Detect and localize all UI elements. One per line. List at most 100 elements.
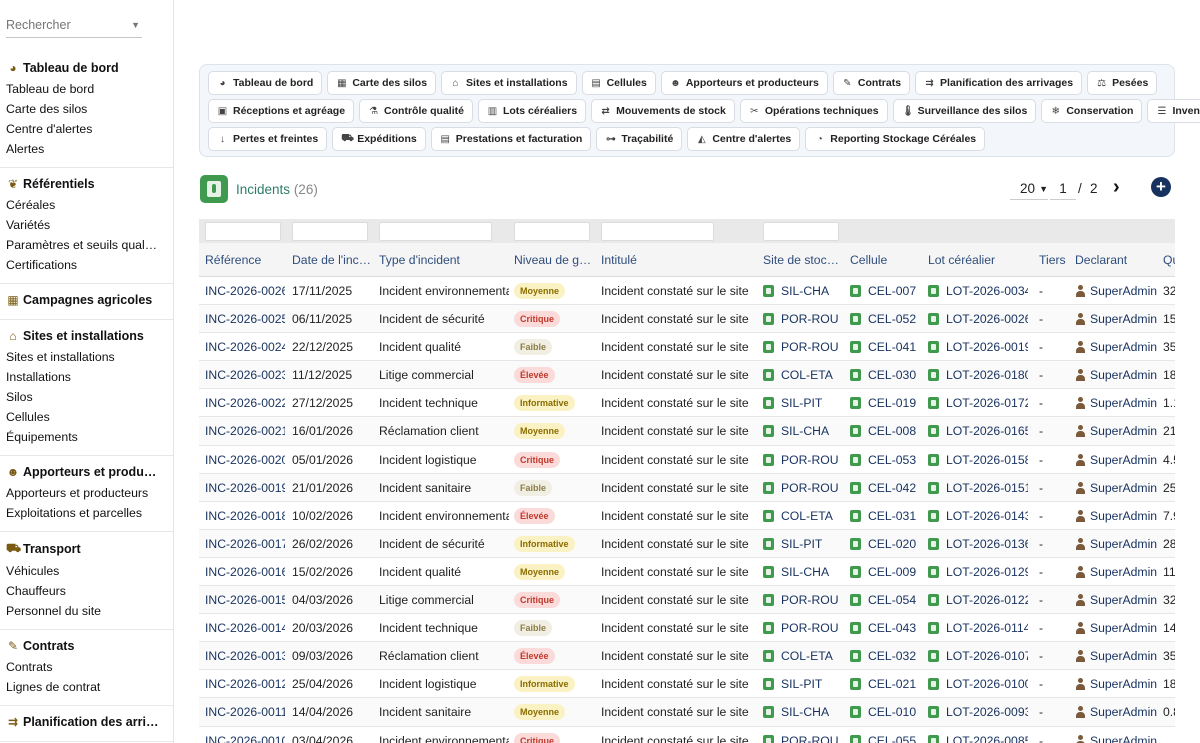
table-row[interactable]: INC-2026-0014 20/03/2026 Incident techniqu… — [199, 614, 1175, 643]
table-row[interactable]: INC-2026-0013 09/03/2026 Réclamation clien… — [199, 642, 1175, 671]
next-page-icon[interactable]: › — [1113, 176, 1120, 199]
sidebar-item[interactable]: Centre d'alertes — [0, 119, 173, 139]
sidebar-item[interactable]: Paramètres et seuils qual… — [0, 235, 173, 255]
declarant-link[interactable]: SuperAdmin — [1075, 509, 1157, 523]
incident-reference-link[interactable]: INC-2026-0017 — [205, 537, 285, 551]
cell-link[interactable]: CEL-052 — [850, 312, 916, 326]
search-input[interactable] — [6, 18, 124, 32]
chevron-down-icon[interactable]: ▼ — [131, 20, 140, 30]
declarant-link[interactable]: SuperAdmin — [1075, 312, 1157, 326]
sidebar-item[interactable]: Véhicules — [0, 561, 173, 581]
storage-site-link[interactable]: COL-ETA — [763, 649, 833, 663]
add-record-button[interactable]: + — [1151, 177, 1171, 197]
cell-link[interactable]: CEL-019 — [850, 396, 916, 410]
sidebar-item[interactable]: Installations — [0, 367, 173, 387]
declarant-link[interactable]: SuperAdmin — [1075, 649, 1157, 663]
column-header[interactable]: Niveau de gr… — [514, 253, 594, 267]
cell-link[interactable]: CEL-020 — [850, 537, 916, 551]
column-header[interactable]: Type d'incident — [379, 253, 460, 267]
table-row[interactable]: INC-2026-0025 06/11/2025 Incident de sécur… — [199, 305, 1175, 334]
table-row[interactable]: INC-2026-0024 22/12/2025 Incident qualité F… — [199, 333, 1175, 362]
table-row[interactable]: INC-2026-0021 16/01/2026 Réclamation clien… — [199, 417, 1175, 446]
table-row[interactable]: INC-2026-0010 03/04/2026 Incident environn… — [199, 726, 1175, 743]
incident-reference-link[interactable]: INC-2026-0020 — [205, 453, 285, 467]
table-row[interactable]: INC-2026-0017 26/02/2026 Incident de sécur… — [199, 529, 1175, 558]
cell-link[interactable]: CEL-054 — [850, 593, 916, 607]
storage-site-link[interactable]: SIL-PIT — [763, 537, 822, 551]
column-header[interactable]: Tiers — [1039, 253, 1066, 267]
table-row[interactable]: INC-2026-0019 21/01/2026 Incident sanitair… — [199, 473, 1175, 502]
declarant-link[interactable]: SuperAdmin — [1075, 424, 1157, 438]
cell-link[interactable]: CEL-032 — [850, 649, 916, 663]
storage-site-link[interactable]: SIL-CHA — [763, 284, 829, 298]
module-button[interactable]: ◕ Tableau de bord — [208, 71, 323, 95]
grain-lot-link[interactable]: LOT-2026-0136 — [928, 537, 1028, 551]
sidebar-item[interactable]: Tableau de bord — [0, 79, 173, 99]
incident-reference-link[interactable]: INC-2026-0018 — [205, 509, 285, 523]
module-button[interactable]: ▦ Carte des silos — [327, 71, 437, 95]
grain-lot-link[interactable]: LOT-2026-0158 — [928, 453, 1028, 467]
storage-site-link[interactable]: SIL-PIT — [763, 677, 822, 691]
column-filter-input[interactable] — [601, 222, 714, 241]
incident-reference-link[interactable]: INC-2026-0023 — [205, 368, 285, 382]
storage-site-link[interactable]: SIL-CHA — [763, 424, 829, 438]
cell-link[interactable]: CEL-041 — [850, 340, 916, 354]
declarant-link[interactable]: SuperAdmin — [1075, 565, 1157, 579]
column-header[interactable]: Cellule — [850, 253, 887, 267]
grain-lot-link[interactable]: LOT-2026-0034 — [928, 284, 1028, 298]
declarant-link[interactable]: SuperAdmin — [1075, 453, 1157, 467]
declarant-link[interactable]: SuperAdmin — [1075, 621, 1157, 635]
grain-lot-link[interactable]: LOT-2026-0100 — [928, 677, 1028, 691]
page-size-select[interactable]: 20 ▼ — [1010, 178, 1048, 200]
table-row[interactable]: INC-2026-0026 17/11/2025 Incident environn… — [199, 277, 1175, 306]
cell-link[interactable]: CEL-021 — [850, 677, 916, 691]
cell-link[interactable]: CEL-030 — [850, 368, 916, 382]
module-button[interactable]: 🌡 Surveillance des silos — [892, 99, 1037, 123]
table-row[interactable]: INC-2026-0015 04/03/2026 Litige commercial… — [199, 586, 1175, 615]
storage-site-link[interactable]: POR-ROU — [763, 734, 839, 743]
grain-lot-link[interactable]: LOT-2026-0114 — [928, 621, 1028, 635]
module-button[interactable]: ◔ Reporting Stockage Céréales — [805, 127, 986, 151]
column-filter-input[interactable] — [763, 222, 839, 241]
column-filter-input[interactable] — [514, 222, 590, 241]
table-row[interactable]: INC-2026-0018 10/02/2026 Incident environn… — [199, 501, 1175, 530]
storage-site-link[interactable]: SIL-PIT — [763, 396, 822, 410]
declarant-link[interactable]: SuperAdmin — [1075, 705, 1157, 719]
grain-lot-link[interactable]: LOT-2026-0165 — [928, 424, 1028, 438]
sidebar-item[interactable]: Alertes — [0, 139, 173, 159]
grain-lot-link[interactable]: LOT-2026-0143 — [928, 509, 1028, 523]
incident-reference-link[interactable]: INC-2026-0014 — [205, 621, 285, 635]
module-button[interactable]: ▥ Lots céréaliers — [477, 99, 587, 123]
grain-lot-link[interactable]: LOT-2026-0129 — [928, 565, 1028, 579]
incident-reference-link[interactable]: INC-2026-0026 — [205, 284, 285, 298]
storage-site-link[interactable]: COL-ETA — [763, 368, 833, 382]
incident-reference-link[interactable]: INC-2026-0019 — [205, 481, 285, 495]
module-button[interactable]: ◭ Centre d'alertes — [687, 127, 801, 151]
module-button[interactable]: ☰ Inventaires — [1147, 99, 1200, 123]
storage-site-link[interactable]: SIL-CHA — [763, 705, 829, 719]
storage-site-link[interactable]: POR-ROU — [763, 593, 839, 607]
column-filter-input[interactable] — [292, 222, 368, 241]
sidebar-item[interactable]: Carte des silos — [0, 99, 173, 119]
table-row[interactable]: INC-2026-0016 15/02/2026 Incident qualité M… — [199, 557, 1175, 587]
incident-reference-link[interactable]: INC-2026-0021 — [205, 424, 285, 438]
grain-lot-link[interactable]: LOT-2026-0180 — [928, 368, 1028, 382]
grain-lot-link[interactable]: LOT-2026-0026 — [928, 312, 1028, 326]
column-header[interactable]: Lot céréalier — [928, 253, 995, 267]
table-row[interactable]: INC-2026-0023 11/12/2025 Litige commercial… — [199, 361, 1175, 390]
grain-lot-link[interactable]: LOT-2026-0172 — [928, 396, 1028, 410]
sidebar-item[interactable]: Silos — [0, 387, 173, 407]
sidebar-section-header[interactable]: ⌂ Sites et installations — [0, 327, 173, 347]
cell-link[interactable]: CEL-007 — [850, 284, 916, 298]
module-button[interactable]: ✎ Contrats — [832, 71, 911, 95]
column-filter-input[interactable] — [205, 222, 281, 241]
module-button[interactable]: ⌂ Sites et installations — [441, 71, 577, 95]
sidebar-section-header[interactable]: ▦ Campagnes agricoles — [0, 291, 173, 311]
grain-lot-link[interactable]: LOT-2026-0107 — [928, 649, 1028, 663]
module-button[interactable]: ⚗ Contrôle qualité — [359, 99, 473, 123]
column-filter-input[interactable] — [379, 222, 492, 241]
sidebar-section-header[interactable]: ✎ Contrats — [0, 637, 173, 657]
table-row[interactable]: INC-2026-0020 05/01/2026 Incident logistiq… — [199, 445, 1175, 474]
declarant-link[interactable]: SuperAdmin — [1075, 593, 1157, 607]
module-button[interactable]: ❄ Conservation — [1041, 99, 1143, 123]
